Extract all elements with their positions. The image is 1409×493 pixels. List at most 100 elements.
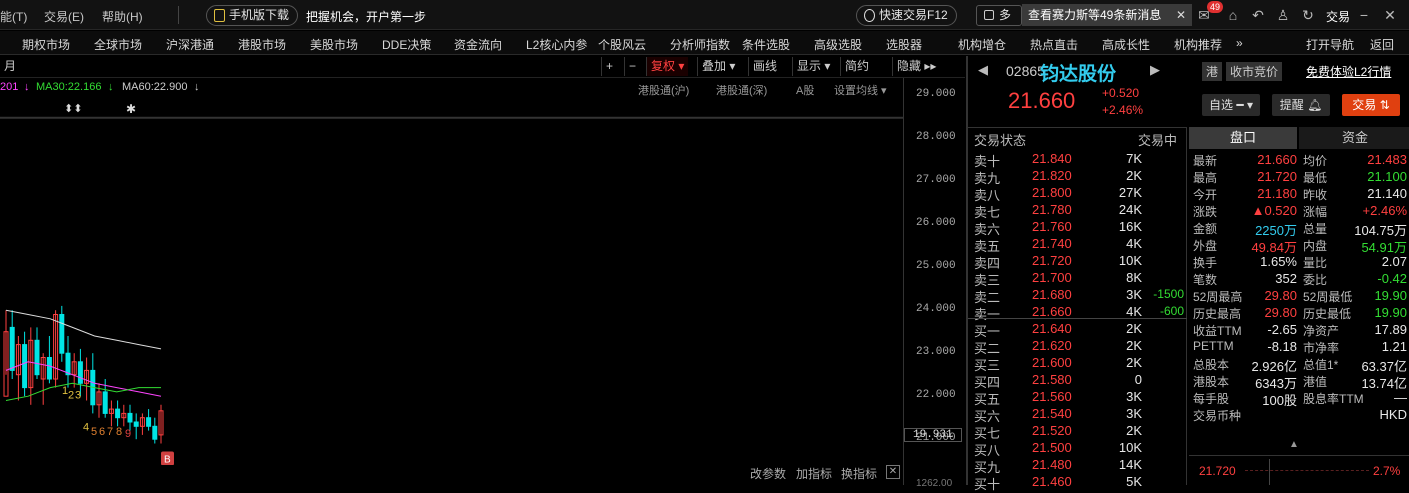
stats-row: 港股本 6343万 港值 13.74亿: [1189, 373, 1409, 391]
menu-help[interactable]: 帮助(H): [102, 8, 143, 25]
bid-row[interactable]: 买九 21.480 14K: [968, 457, 1187, 475]
multi-window-button[interactable]: 多: [976, 5, 1022, 26]
prev-stock-icon[interactable]: ◀: [978, 62, 988, 78]
bid-row[interactable]: 买十 21.460 5K: [968, 474, 1187, 492]
bid-volume: 5K: [1126, 474, 1142, 489]
ask-row[interactable]: 卖二 21.680 3K -1500: [968, 287, 1187, 305]
nav-more[interactable]: »: [1236, 36, 1243, 50]
nav-screener[interactable]: 选股器: [886, 36, 922, 53]
alert-button[interactable]: 提醒 🔔︎: [1272, 94, 1330, 116]
nav-growth[interactable]: 高成长性: [1102, 36, 1150, 53]
menu-trade[interactable]: 交易(E): [44, 8, 84, 25]
tab-order-panel[interactable]: 盘口: [1189, 127, 1297, 149]
stats-divider: [1189, 455, 1409, 456]
nav-open[interactable]: 打开导航: [1306, 36, 1354, 53]
nav-us[interactable]: 美股市场: [310, 36, 358, 53]
nav-inst-add[interactable]: 机构增仓: [958, 36, 1006, 53]
display-label: 显示: [797, 59, 822, 73]
ask-row[interactable]: 卖六 21.760 16K: [968, 219, 1187, 237]
overlay-button[interactable]: 叠加 ▾: [697, 57, 739, 76]
nav-options[interactable]: 期权市场: [22, 36, 70, 53]
nav-hk[interactable]: 港股市场: [238, 36, 286, 53]
bid-row[interactable]: 买七 21.520 2K: [968, 423, 1187, 441]
menu-function[interactable]: 能(T): [0, 8, 27, 25]
stat-label: 净资产: [1303, 324, 1340, 338]
stat-value: +2.46%: [1362, 203, 1407, 218]
price-tick: 23.000: [916, 346, 956, 359]
news-notification-button[interactable]: 查看赛力斯等49条新消息 ✕: [1022, 4, 1192, 26]
nav-stock-cloud[interactable]: 个股风云: [598, 36, 646, 53]
stat-label: 笔数: [1193, 273, 1218, 287]
auction-tag[interactable]: 收市竞价: [1226, 62, 1283, 81]
close-window-icon[interactable]: ✕: [1382, 7, 1398, 23]
nav-hotspot[interactable]: 热点直击: [1030, 36, 1078, 53]
slogan[interactable]: 把握机会，开户第一步: [306, 8, 426, 25]
nav-back[interactable]: 返回: [1370, 36, 1394, 53]
nav-dde[interactable]: DDE决策: [382, 36, 431, 53]
zoom-out-button[interactable]: −: [624, 57, 640, 76]
home-icon[interactable]: ⌂: [1225, 7, 1241, 23]
ask-row[interactable]: 卖九 21.820 2K: [968, 168, 1187, 186]
simple-button[interactable]: 简约: [840, 57, 873, 76]
collapse-icon[interactable]: ▲: [1289, 439, 1299, 450]
watchlist-button[interactable]: 自选 ━ ▾: [1202, 94, 1260, 116]
ask-row[interactable]: 卖七 21.780 24K: [968, 202, 1187, 220]
stats-row: 今开 21.180 昨收 21.140: [1189, 186, 1409, 203]
next-stock-icon[interactable]: ▶: [1150, 62, 1160, 78]
nav-condition[interactable]: 条件选股: [742, 36, 790, 53]
quick-trade-button[interactable]: 快速交易F12: [856, 5, 957, 26]
nav-analyst[interactable]: 分析师指数: [670, 36, 730, 53]
add-indicator-button[interactable]: 加指标: [796, 465, 832, 482]
nav-connect[interactable]: 沪深港通: [166, 36, 214, 53]
ask-volume: 4K: [1126, 236, 1142, 251]
change-params-button[interactable]: 改参数: [750, 465, 786, 482]
mobile-download-button[interactable]: 手机版下载: [206, 5, 299, 26]
candle-body: [65, 352, 71, 376]
stat-label: 最低: [1303, 171, 1328, 185]
ask-row[interactable]: 卖四 21.720 10K: [968, 253, 1187, 271]
nav-inst-rec[interactable]: 机构推荐: [1174, 36, 1222, 53]
nav-l2[interactable]: L2核心内参: [526, 36, 587, 53]
close-indicator-icon[interactable]: ✕: [886, 465, 900, 479]
td-sequence-label: 2: [68, 389, 74, 401]
stat-label: PETTM: [1193, 339, 1234, 353]
l2-trial-link[interactable]: 免费体验L2行情: [1306, 63, 1391, 80]
bid-price: 21.480: [1032, 457, 1072, 472]
bid-row[interactable]: 买五 21.560 3K: [968, 389, 1187, 407]
close-icon[interactable]: ✕: [1176, 4, 1186, 26]
draw-line-button[interactable]: 画线: [748, 57, 781, 76]
bid-row[interactable]: 买六 21.540 3K: [968, 406, 1187, 424]
ask-change: -1500: [1153, 287, 1184, 301]
back-icon[interactable]: ↶: [1250, 7, 1266, 23]
shirt-icon[interactable]: ♙: [1275, 7, 1291, 23]
nav-global[interactable]: 全球市场: [94, 36, 142, 53]
book-divider: [968, 318, 1187, 319]
display-button[interactable]: 显示 ▾: [792, 57, 834, 76]
stat-label: 外盘: [1193, 239, 1218, 253]
ask-row[interactable]: 卖五 21.740 4K: [968, 236, 1187, 254]
stat-label: 交易币种: [1193, 409, 1242, 423]
overlay-label: 叠加: [702, 59, 727, 73]
hide-button[interactable]: 隐藏 ▸▸: [892, 57, 940, 76]
bid-row[interactable]: 买四 21.580 0: [968, 372, 1187, 390]
trade-button[interactable]: 交易 ⇅: [1342, 94, 1400, 116]
bid-row[interactable]: 买一 21.640 2K: [968, 321, 1187, 339]
bid-row[interactable]: 买八 21.500 10K: [968, 440, 1187, 458]
period-label[interactable]: 月: [0, 57, 20, 76]
switch-indicator-button[interactable]: 换指标: [841, 465, 877, 482]
ask-volume: 4K: [1126, 304, 1142, 319]
trade-top-button[interactable]: 交易: [1326, 8, 1350, 25]
tab-funds[interactable]: 资金: [1299, 127, 1409, 149]
nav-flow[interactable]: 资金流向: [454, 36, 502, 53]
minimize-icon[interactable]: −: [1356, 7, 1372, 23]
ask-price: 21.820: [1032, 168, 1072, 183]
zoom-in-button[interactable]: +: [601, 57, 617, 76]
rights-adjust-button[interactable]: 复权 ▾: [646, 57, 689, 76]
refresh-icon[interactable]: ↻: [1300, 7, 1316, 23]
bid-row[interactable]: 买二 21.620 2K: [968, 338, 1187, 356]
bid-row[interactable]: 买三 21.600 2K: [968, 355, 1187, 373]
ask-row[interactable]: 卖三 21.700 8K: [968, 270, 1187, 288]
ask-row[interactable]: 卖十 21.840 7K: [968, 151, 1187, 169]
nav-advanced[interactable]: 高级选股: [814, 36, 862, 53]
ask-row[interactable]: 卖八 21.800 27K: [968, 185, 1187, 203]
